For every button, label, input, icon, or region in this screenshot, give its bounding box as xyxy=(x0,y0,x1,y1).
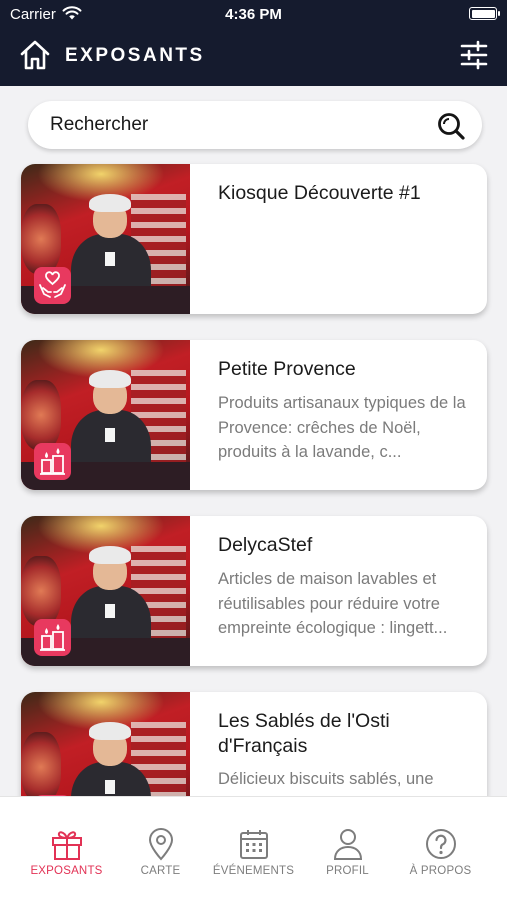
exhibitor-photo xyxy=(21,692,190,796)
hands-heart-icon xyxy=(34,267,71,304)
exhibitor-photo xyxy=(21,516,190,666)
exhibitor-description-text: Délicieux biscuits sablés, une xyxy=(218,770,434,788)
exhibitor-name: Kiosque Découverte #1 xyxy=(218,182,421,204)
tab-label: PROFIL xyxy=(326,865,369,877)
exhibitor-name: DelycaStef xyxy=(218,534,313,556)
tab-bar: EXPOSANTS CARTE ÉVÉNEMENTS PROFIL À PROP… xyxy=(0,796,507,900)
gift-icon xyxy=(52,831,82,860)
search-bar[interactable] xyxy=(28,101,482,149)
exhibitor-description: Produits artisanaux typiques de la Prove… xyxy=(218,391,473,465)
exhibitor-description-text: Articles de maison lavables et réutilisa… xyxy=(218,570,448,637)
search-icon[interactable] xyxy=(436,111,466,141)
map-pin-icon xyxy=(148,828,174,861)
tab-label: CARTE xyxy=(140,865,181,877)
exhibitor-name: Les Sablés de l'Osti d'Français xyxy=(218,710,390,757)
tab-profil[interactable]: PROFIL xyxy=(297,797,398,900)
question-icon xyxy=(426,829,456,859)
exhibitor-description: Délicieux biscuits sablés, une xyxy=(218,767,473,792)
tab-label: EXPOSANTS xyxy=(30,865,103,877)
tab-evenements[interactable]: ÉVÉNEMENTS xyxy=(203,797,304,900)
tab-exposants[interactable]: EXPOSANTS xyxy=(16,797,117,900)
exhibitor-card[interactable]: Kiosque Découverte #1 xyxy=(21,164,487,314)
exhibitor-card[interactable]: DelycaStef Articles de maison lavables e… xyxy=(21,516,487,666)
tab-label: ÉVÉNEMENTS xyxy=(212,865,295,877)
tab-carte[interactable]: CARTE xyxy=(110,797,211,900)
calendar-icon xyxy=(240,830,268,859)
tab-label: À PROPOS xyxy=(409,865,472,877)
exhibitor-name: Petite Provence xyxy=(218,358,356,380)
tab-a-propos[interactable]: À PROPOS xyxy=(390,797,491,900)
exhibitor-photo xyxy=(21,164,190,314)
exhibitor-photo xyxy=(21,340,190,490)
candles-icon xyxy=(34,619,71,656)
exhibitor-description-text: Produits artisanaux typiques de la Prove… xyxy=(218,394,466,461)
exhibitor-list[interactable]: Kiosque Découverte #1 Petite Provence Pr… xyxy=(0,0,507,796)
user-icon xyxy=(333,829,363,860)
exhibitor-card[interactable]: Les Sablés de l'Osti d'Français Délicieu… xyxy=(21,692,487,796)
exhibitor-card[interactable]: Petite Provence Produits artisanaux typi… xyxy=(21,340,487,490)
search-input[interactable] xyxy=(50,101,430,149)
candles-icon xyxy=(34,443,71,480)
exhibitor-description: Articles de maison lavables et réutilisa… xyxy=(218,567,473,641)
